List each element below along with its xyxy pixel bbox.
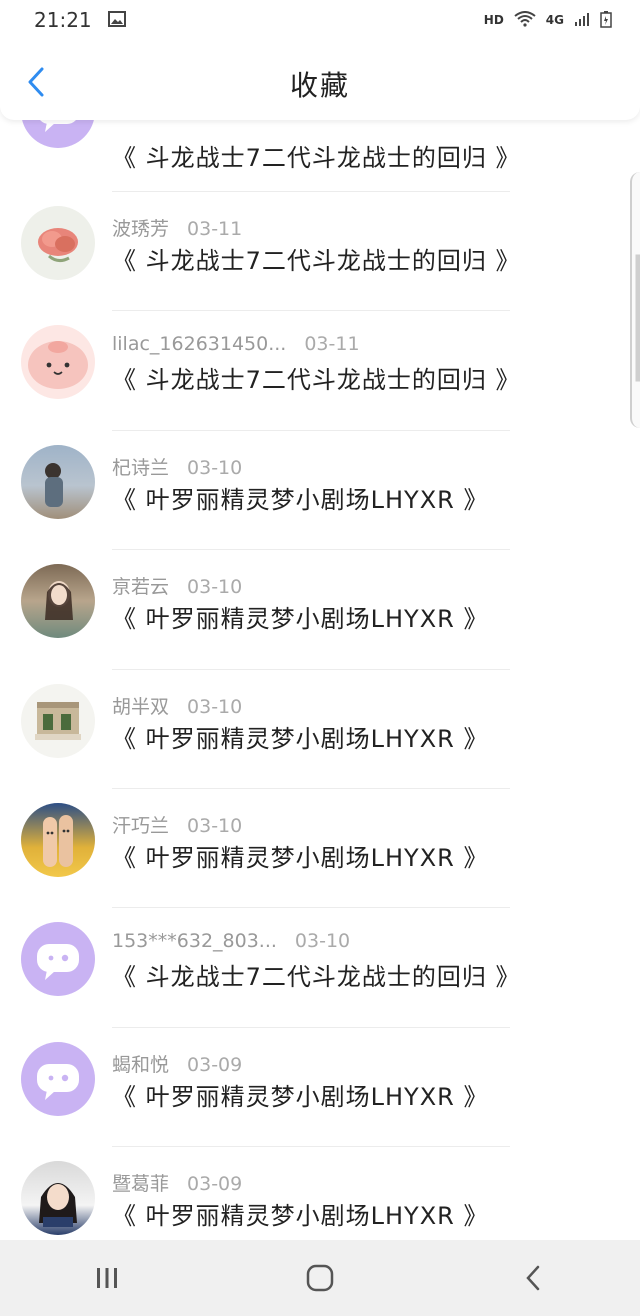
home-button[interactable] (290, 1248, 350, 1308)
author-name: 暨葛菲 (112, 1173, 170, 1196)
item-author: 胡半双 03-10 (112, 692, 242, 719)
pink-blob-avatar (21, 325, 95, 400)
list-item[interactable]: 杞诗兰 03-10 《 叶罗丽精灵梦小剧场LHYXR 》 (0, 431, 640, 551)
system-nav-bar (0, 1240, 640, 1316)
author-name: 杞诗兰 (112, 456, 170, 479)
item-date: 03-10 (187, 814, 243, 837)
item-author: 153***632_803... 03-10 (112, 930, 350, 952)
photo-avatar (21, 1161, 95, 1236)
chat-bubble-avatar (21, 1041, 95, 1116)
wifi-icon (514, 10, 536, 30)
status-bar: 21:21 HD 4G (0, 0, 640, 40)
scrollbar[interactable] (630, 172, 640, 428)
list-item[interactable]: 波琇芳 03-11 《 斗龙战士7二代斗龙战士的回归 》 (0, 192, 640, 312)
author-name: 蝎和悦 (112, 1053, 170, 1076)
list-item[interactable]: 153***632_803... 03-10 《 斗龙战士7二代斗龙战士的回归 》 (0, 908, 640, 1028)
item-title: 《 叶罗丽精灵梦小剧场LHYXR 》 (112, 1202, 489, 1231)
signal-label: 4G (545, 13, 564, 27)
figurine-avatar (21, 683, 95, 758)
item-title: 《 斗龙战士7二代斗龙战士的回归 》 (112, 247, 521, 275)
recent-apps-icon (96, 1268, 117, 1288)
image-icon (107, 8, 126, 32)
author-name: 汗巧兰 (112, 814, 170, 837)
list-item[interactable]: 胡半双 03-10 《 叶罗丽精灵梦小剧场LHYXR 》 (0, 670, 640, 789)
item-title: 《 叶罗丽精灵梦小剧场LHYXR 》 (112, 1082, 489, 1111)
photo-avatar (21, 444, 95, 519)
item-date: 03-10 (187, 456, 243, 479)
home-icon (306, 1264, 334, 1292)
rose-avatar (21, 206, 95, 280)
item-author: lilac_162631450... 03-11 (112, 333, 360, 355)
list-item[interactable]: lilac_162631450... 03-11 《 斗龙战士7二代斗龙战士的回归… (0, 311, 640, 431)
item-date: 03-11 (187, 218, 243, 240)
back-icon (526, 1265, 540, 1291)
status-time: 21:21 (34, 8, 92, 32)
chat-bubble-avatar (21, 922, 95, 997)
item-title: 《 斗龙战士7二代斗龙战士的回归 》 (112, 366, 521, 395)
author-name: lilac_162631450... (112, 333, 287, 356)
author-name: 波琇芳 (112, 218, 170, 240)
item-author: 汗巧兰 03-10 (112, 811, 242, 838)
list-item[interactable]: 亰若云 03-10 《 叶罗丽精灵梦小剧场LHYXR 》 (0, 550, 640, 670)
header: 收藏 (0, 40, 640, 120)
favorites-list: 《 斗龙战士7二代斗龙战士的回归 》 波琇芳 03-11 《 斗龙战士7二代斗龙战… (0, 74, 640, 1267)
list-item[interactable]: 汗巧兰 03-10 《 叶罗丽精灵梦小剧场LHYXR 》 (0, 789, 640, 909)
item-title: 《 叶罗丽精灵梦小剧场LHYXR 》 (112, 724, 489, 753)
item-author: 杞诗兰 03-10 (112, 453, 242, 480)
fingers-avatar (21, 802, 95, 877)
item-title: 《 叶罗丽精灵梦小剧场LHYXR 》 (112, 843, 489, 872)
item-date: 03-10 (294, 930, 351, 953)
list-item[interactable]: 蝎和悦 03-09 《 叶罗丽精灵梦小剧场LHYXR 》 (0, 1028, 640, 1148)
item-date: 03-10 (187, 576, 243, 599)
photo-avatar (21, 564, 95, 639)
item-author: 蝎和悦 03-09 (112, 1050, 242, 1077)
author-name: 亰若云 (112, 576, 170, 599)
signal-icon (574, 11, 590, 30)
item-date: 03-10 (187, 695, 243, 718)
item-date: 03-09 (187, 1053, 243, 1076)
item-date: 03-11 (304, 333, 360, 356)
recent-apps-button[interactable] (77, 1248, 137, 1308)
item-title: 《 叶罗丽精灵梦小剧场LHYXR 》 (112, 485, 489, 514)
item-title: 《 叶罗丽精灵梦小剧场LHYXR 》 (112, 605, 489, 634)
system-back-button[interactable] (503, 1248, 563, 1308)
item-author: 亰若云 03-10 (112, 572, 242, 599)
item-author: 暨葛菲 03-09 (112, 1169, 242, 1196)
item-date: 03-09 (187, 1173, 243, 1196)
author-name: 胡半双 (112, 695, 170, 718)
item-title: 《 斗龙战士7二代斗龙战士的回归 》 (112, 963, 521, 992)
item-title: 《 斗龙战士7二代斗龙战士的回归 》 (112, 144, 521, 172)
author-name: 153***632_803... (112, 930, 277, 953)
page-title: 收藏 (289, 69, 350, 102)
hd-label: HD (483, 13, 504, 27)
battery-icon (600, 10, 612, 31)
item-author: 波琇芳 03-11 (112, 214, 242, 241)
